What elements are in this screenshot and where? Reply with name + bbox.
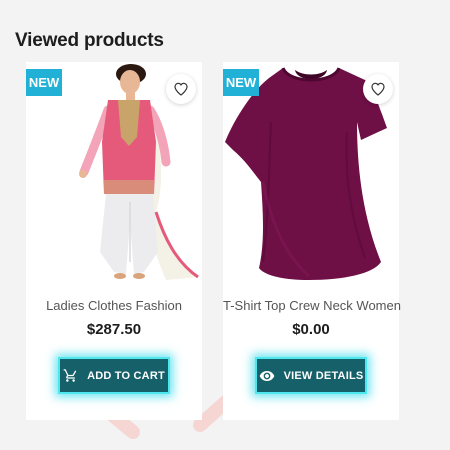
heart-icon [371, 82, 385, 96]
product-name[interactable]: Ladies Clothes Fashion [26, 298, 202, 313]
view-details-button[interactable]: VIEW DETAILS [255, 357, 367, 394]
product-price: $287.50 [86, 321, 142, 338]
wishlist-button[interactable] [363, 74, 393, 104]
new-badge: NEW [26, 69, 62, 96]
view-details-label: VIEW DETAILS [283, 369, 364, 382]
section-title: Viewed products [15, 30, 164, 51]
product-name[interactable]: T-Shirt Top Crew Neck Women [223, 298, 401, 313]
heart-icon [174, 82, 188, 96]
product-price: $0.00 [292, 321, 330, 338]
product-card-tshirt[interactable]: NEW T-Shirt Top Crew Neck Women $0.00 VI… [223, 62, 401, 420]
add-to-cart-button[interactable]: ADD TO CART [58, 357, 170, 394]
new-badge: NEW [223, 69, 259, 96]
eye-icon [259, 368, 275, 384]
wishlist-button[interactable] [166, 74, 196, 104]
cart-icon [63, 368, 78, 383]
product-card-ladies-clothes[interactable]: NEW Ladies Clothes Fashion $287.50 ADD T… [26, 62, 202, 420]
add-to-cart-label: ADD TO CART [87, 369, 165, 382]
